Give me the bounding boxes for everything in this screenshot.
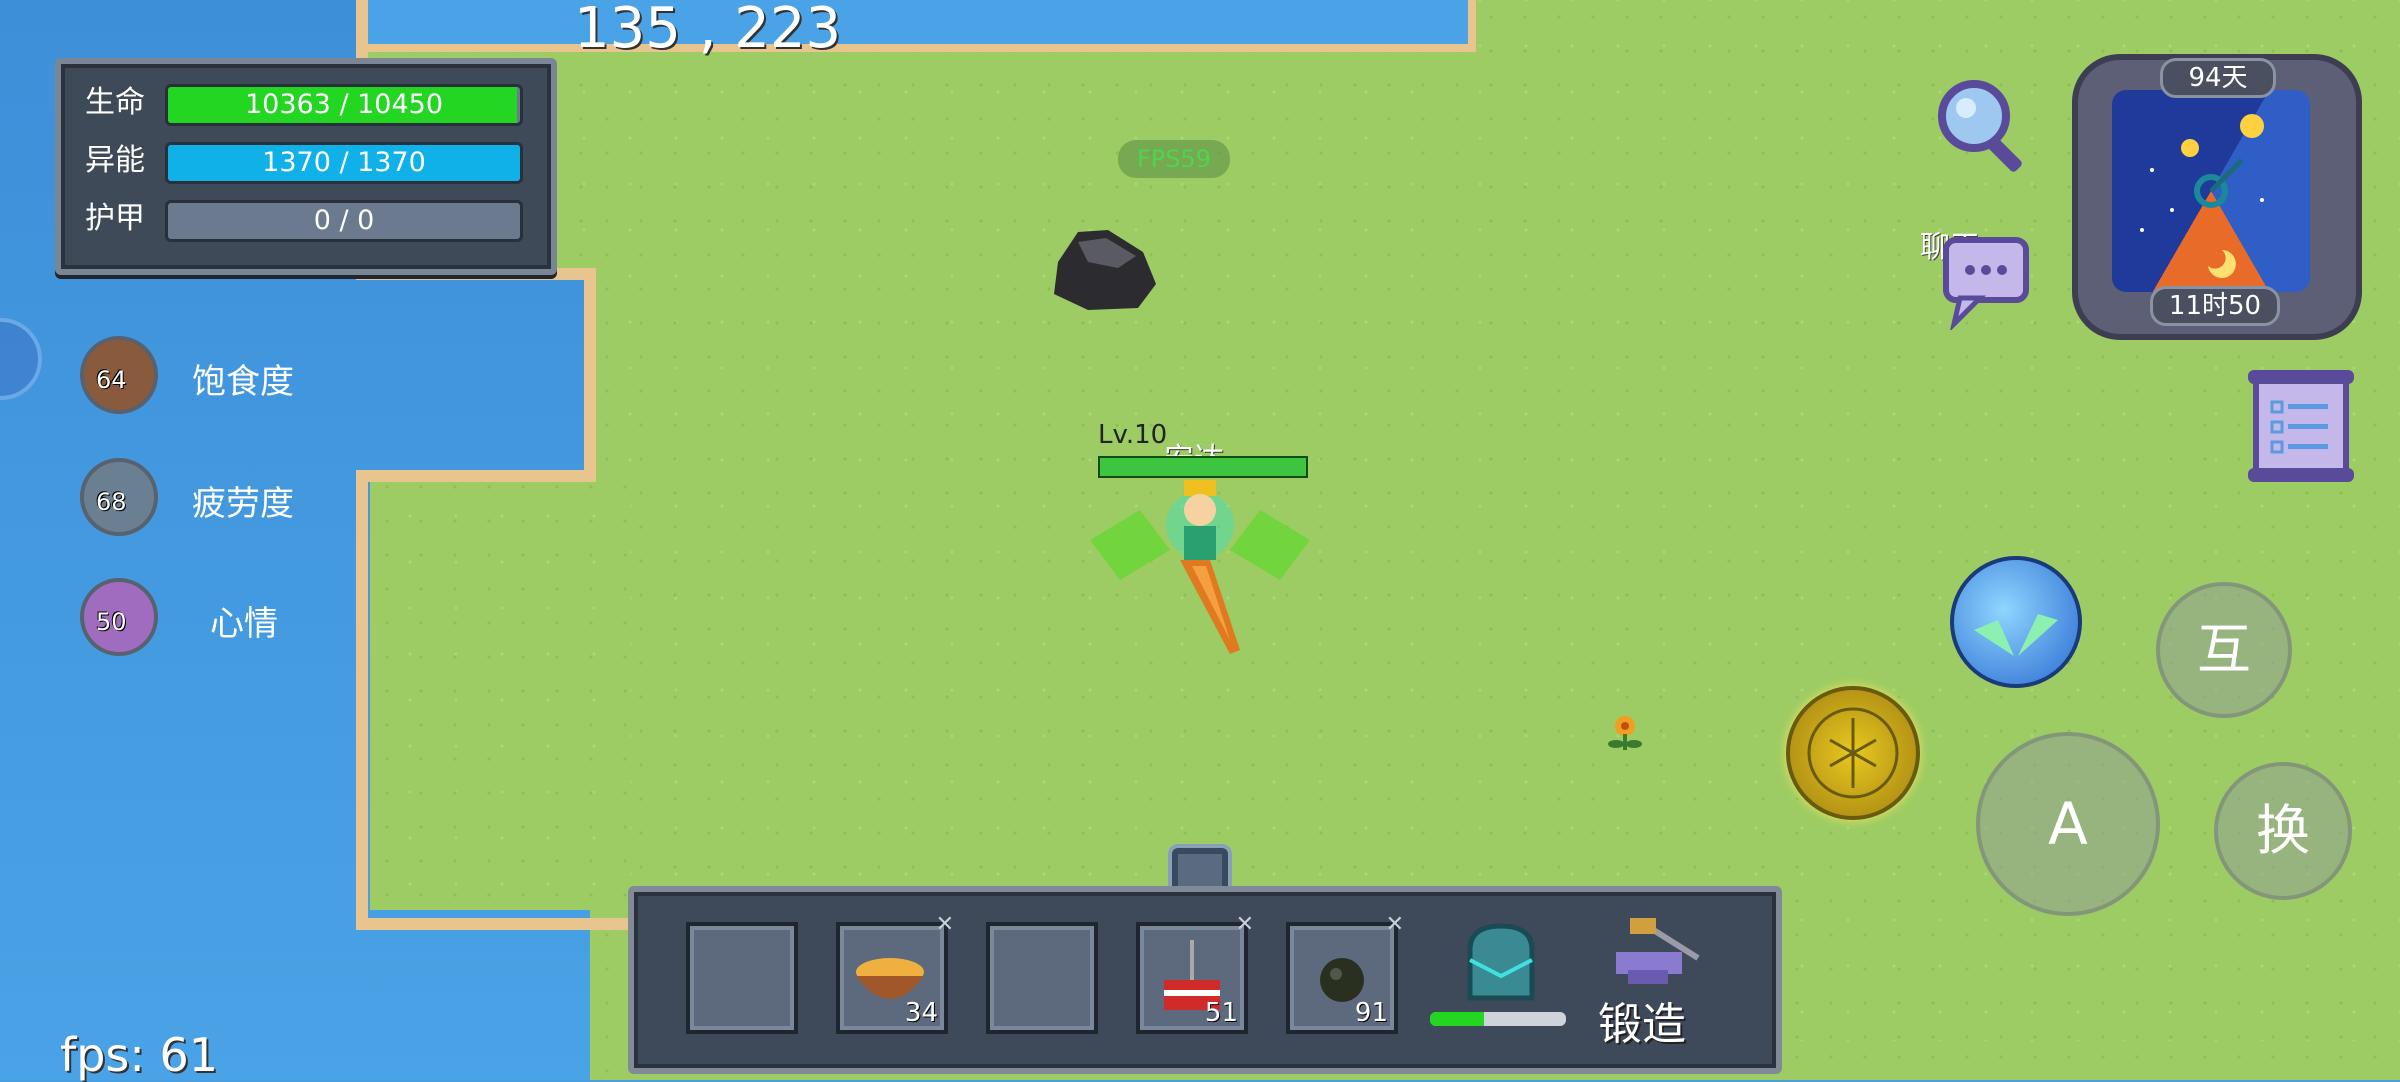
anvil-icon <box>1616 918 1700 984</box>
gold-skill-button[interactable] <box>1786 686 1920 820</box>
quest-scroll-icon[interactable] <box>2246 366 2356 486</box>
swap-button[interactable]: 换 <box>2214 762 2352 900</box>
flower-icon <box>1608 716 1642 750</box>
day-night-clock[interactable]: 94天 11时50 <box>2072 54 2362 340</box>
energy-value: 1370 / 1370 <box>262 147 426 178</box>
backpack-icon[interactable] <box>1456 920 1546 1010</box>
chat-icon[interactable] <box>1940 234 2032 330</box>
clock-face <box>2112 90 2310 292</box>
player-character: Lv.10 安达 <box>1080 420 1320 660</box>
rune-icon <box>1807 707 1899 799</box>
time-display: 11时50 <box>2150 286 2280 326</box>
slot-2-remove-icon[interactable]: ✕ <box>936 912 954 937</box>
player-stats-panel: 生命 10363 / 10450 异能 1370 / 1370 护甲 0 / 0 <box>55 58 557 275</box>
armor-row: 护甲 0 / 0 <box>85 200 525 242</box>
mood-label: 心情 <box>210 604 278 644</box>
attack-button[interactable]: A <box>1976 732 2160 916</box>
fps-badge: FPS59 <box>1118 140 1230 178</box>
wings-icon <box>1974 614 2058 656</box>
day-counter: 94天 <box>2160 58 2276 98</box>
rock-icon <box>1054 230 1156 310</box>
player-sprite <box>1090 480 1310 654</box>
slot-5-remove-icon[interactable]: ✕ <box>1386 912 1404 937</box>
need-fatigue[interactable]: 68 疲劳度 <box>80 458 340 538</box>
sun-moon-icon <box>2140 114 2264 278</box>
slot-4-count: 51 <box>1204 998 1238 1028</box>
fatigue-label: 疲劳度 <box>192 484 294 524</box>
slot-5-count: 91 <box>1354 998 1388 1028</box>
hotbar-slot-4[interactable]: 51 ✕ <box>1136 912 1254 1034</box>
armor-bar: 0 / 0 <box>165 200 523 242</box>
energy-row: 异能 1370 / 1370 <box>85 142 525 184</box>
search-icon[interactable] <box>1932 74 2036 178</box>
hotbar-slot-2[interactable]: 34 ✕ <box>836 912 954 1034</box>
coordinates-readout: 135 , 223 <box>574 0 842 61</box>
energy-label: 异能 <box>85 143 145 178</box>
hotbar-slot-5[interactable]: 91 ✕ <box>1286 912 1404 1034</box>
energy-bar: 1370 / 1370 <box>165 142 523 184</box>
fps-counter: fps: 61 <box>60 1028 219 1082</box>
armor-value: 0 / 0 <box>313 205 375 236</box>
slot-4-remove-icon[interactable]: ✕ <box>1236 912 1254 937</box>
backpack-capacity-bar <box>1430 1012 1566 1026</box>
wind-skill-button[interactable] <box>1950 556 2082 688</box>
satiety-label: 饱食度 <box>192 362 294 402</box>
hotbar-slot-3[interactable] <box>986 922 1098 1034</box>
slot-2-count: 34 <box>904 998 938 1028</box>
forge-label: 锻造 <box>1598 999 1686 1050</box>
interact-button[interactable]: 互 <box>2156 582 2292 718</box>
hotbar-slot-1[interactable] <box>686 922 798 1034</box>
satiety-value: 64 <box>96 366 127 394</box>
health-value: 10363 / 10450 <box>244 89 444 120</box>
item-hotbar: 34 ✕ 51 ✕ 91 ✕ 锻造 <box>628 886 1782 1074</box>
forge-button[interactable]: 锻造 <box>1594 914 1704 1050</box>
armor-label: 护甲 <box>85 201 145 236</box>
need-mood[interactable]: 50 心情 <box>80 578 340 658</box>
player-level: Lv.10 <box>1098 420 1168 450</box>
health-row: 生命 10363 / 10450 <box>85 84 525 126</box>
fatigue-value: 68 <box>96 488 127 516</box>
mood-value: 50 <box>96 608 127 636</box>
health-label: 生命 <box>85 85 145 120</box>
health-bar: 10363 / 10450 <box>165 84 523 126</box>
backpack-capacity-fill <box>1430 1012 1485 1026</box>
need-satiety[interactable]: 64 饱食度 <box>80 336 340 416</box>
